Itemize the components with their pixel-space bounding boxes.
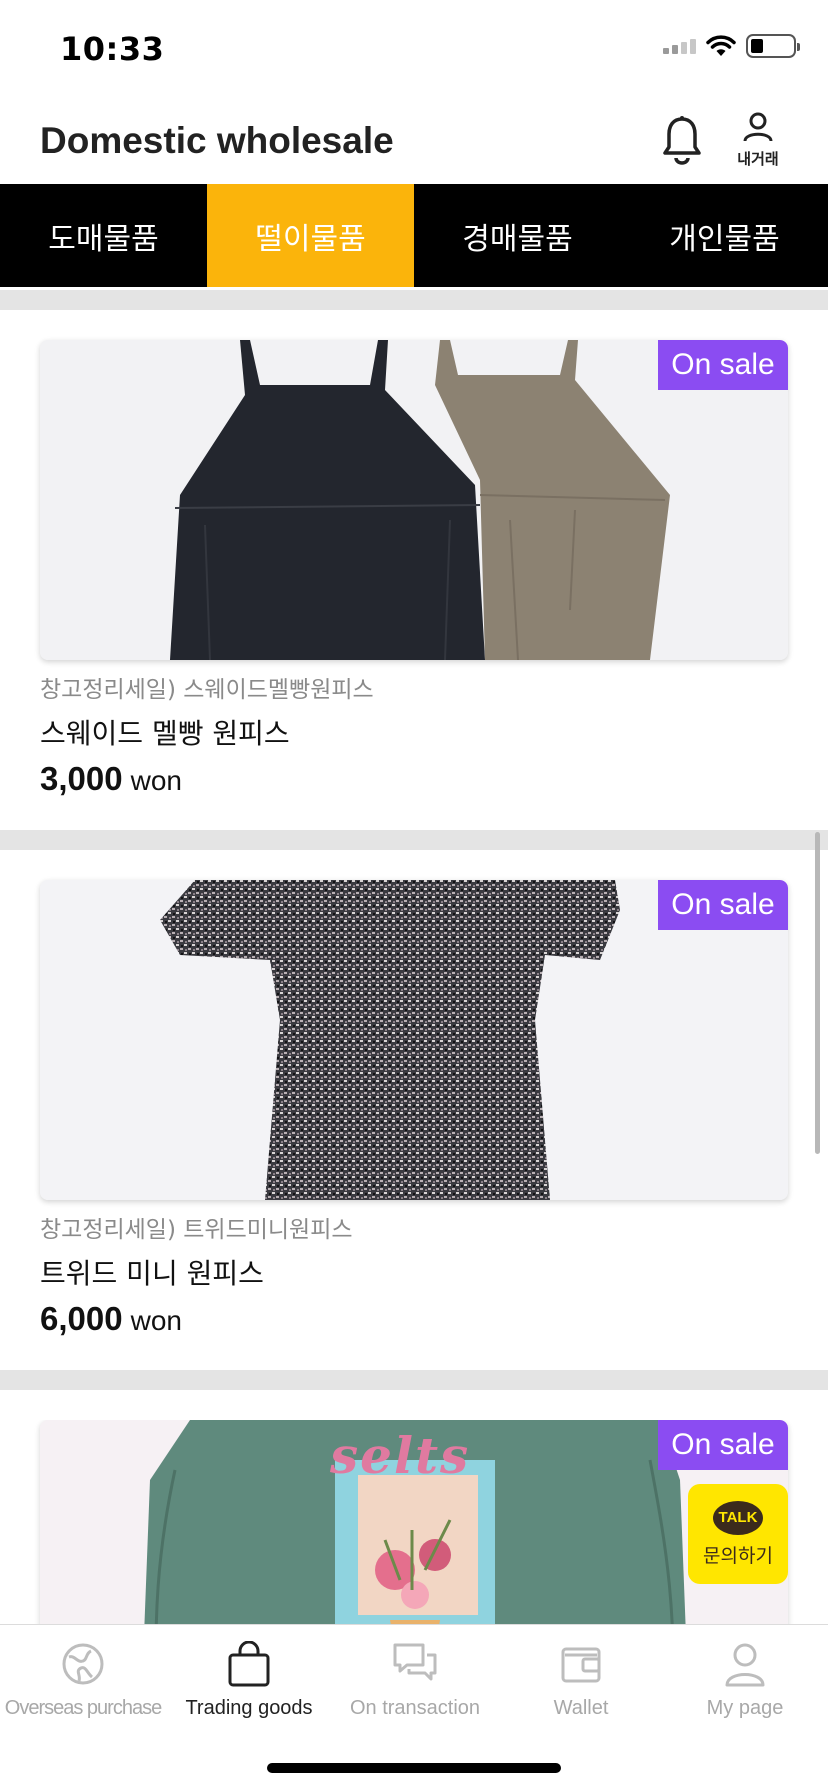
nav-label: Wallet — [553, 1697, 609, 1719]
nav-trading-goods[interactable]: Trading goods — [166, 1641, 332, 1720]
wallet-icon — [561, 1647, 601, 1683]
home-indicator[interactable] — [267, 1763, 561, 1773]
app-header: Domestic wholesale 내거래 — [0, 100, 828, 184]
nav-overseas-purchase[interactable]: Overseas purchase — [0, 1641, 166, 1720]
kakao-talk-inquiry-button[interactable]: TALK 문의하기 — [688, 1484, 788, 1584]
section-divider — [0, 830, 828, 850]
product-image[interactable]: selts On sale — [40, 1420, 788, 1624]
price-unit: won — [130, 765, 182, 796]
product-price: 6,000 won — [40, 1300, 182, 1338]
wifi-icon — [706, 35, 736, 56]
shopping-bag-icon — [228, 1641, 270, 1687]
my-trade-label: 내거래 — [737, 150, 779, 168]
product-subtitle: 창고정리세일) 스웨이드멜빵원피스 — [40, 677, 374, 703]
price-unit: won — [130, 1305, 182, 1336]
tab-wholesale-goods[interactable]: 도매물품 — [0, 184, 207, 287]
person-icon — [725, 1643, 765, 1687]
product-image[interactable]: On sale — [40, 880, 788, 1200]
product-price: 3,000 won — [40, 760, 182, 798]
tab-personal-goods[interactable]: 개인물품 — [621, 184, 828, 287]
product-title: 스웨이드 멜빵 원피스 — [40, 717, 290, 750]
nav-label: Trading goods — [185, 1697, 313, 1719]
tab-clearance-goods[interactable]: 떨이물품 — [207, 184, 414, 287]
on-sale-badge: On sale — [658, 1420, 788, 1470]
nav-wallet[interactable]: Wallet — [498, 1641, 664, 1720]
product-card[interactable]: On sale 창고정리세일) 스웨이드멜빵원피스 스웨이드 멜빵 원피스 3,… — [0, 340, 828, 830]
status-bar: 10:33 — [0, 0, 828, 100]
nav-on-transaction[interactable]: On transaction — [332, 1641, 498, 1720]
product-subtitle: 창고정리세일) 트위드미니원피스 — [40, 1217, 353, 1243]
price-amount: 3,000 — [40, 760, 123, 797]
tab-auction-goods[interactable]: 경매물품 — [414, 184, 621, 287]
product-card[interactable]: On sale 창고정리세일) 트위드미니원피스 트위드 미니 원피스 6,00… — [0, 880, 828, 1370]
person-icon — [743, 112, 773, 142]
product-image[interactable]: On sale — [40, 340, 788, 660]
chat-bubbles-icon — [393, 1643, 437, 1681]
section-divider — [0, 290, 828, 310]
status-time: 10:33 — [60, 30, 165, 68]
kakao-inquiry-label: 문의하기 — [703, 1544, 773, 1567]
battery-icon — [746, 34, 800, 58]
cellular-signal-icon — [663, 38, 696, 54]
globe-icon — [62, 1643, 104, 1685]
nav-label: Overseas purchase — [4, 1697, 162, 1719]
product-title: 트위드 미니 원피스 — [40, 1257, 264, 1290]
nav-label: On transaction — [349, 1697, 481, 1719]
nav-label: My page — [706, 1697, 784, 1719]
nav-my-page[interactable]: My page — [662, 1641, 828, 1720]
page-title: Domestic wholesale — [40, 120, 394, 161]
scroll-indicator[interactable] — [815, 832, 820, 1154]
talk-bubble-icon: TALK — [713, 1500, 763, 1535]
section-divider — [0, 1370, 828, 1390]
notification-bell-icon[interactable] — [660, 114, 704, 166]
price-amount: 6,000 — [40, 1300, 123, 1337]
category-tab-bar: 도매물품 떨이물품 경매물품 개인물품 — [0, 184, 828, 287]
on-sale-badge: On sale — [658, 880, 788, 930]
on-sale-badge: On sale — [658, 340, 788, 390]
my-trade-button[interactable]: 내거래 — [728, 112, 788, 172]
status-icons — [663, 34, 800, 58]
sweatshirt-print-text: selts — [330, 1426, 471, 1485]
